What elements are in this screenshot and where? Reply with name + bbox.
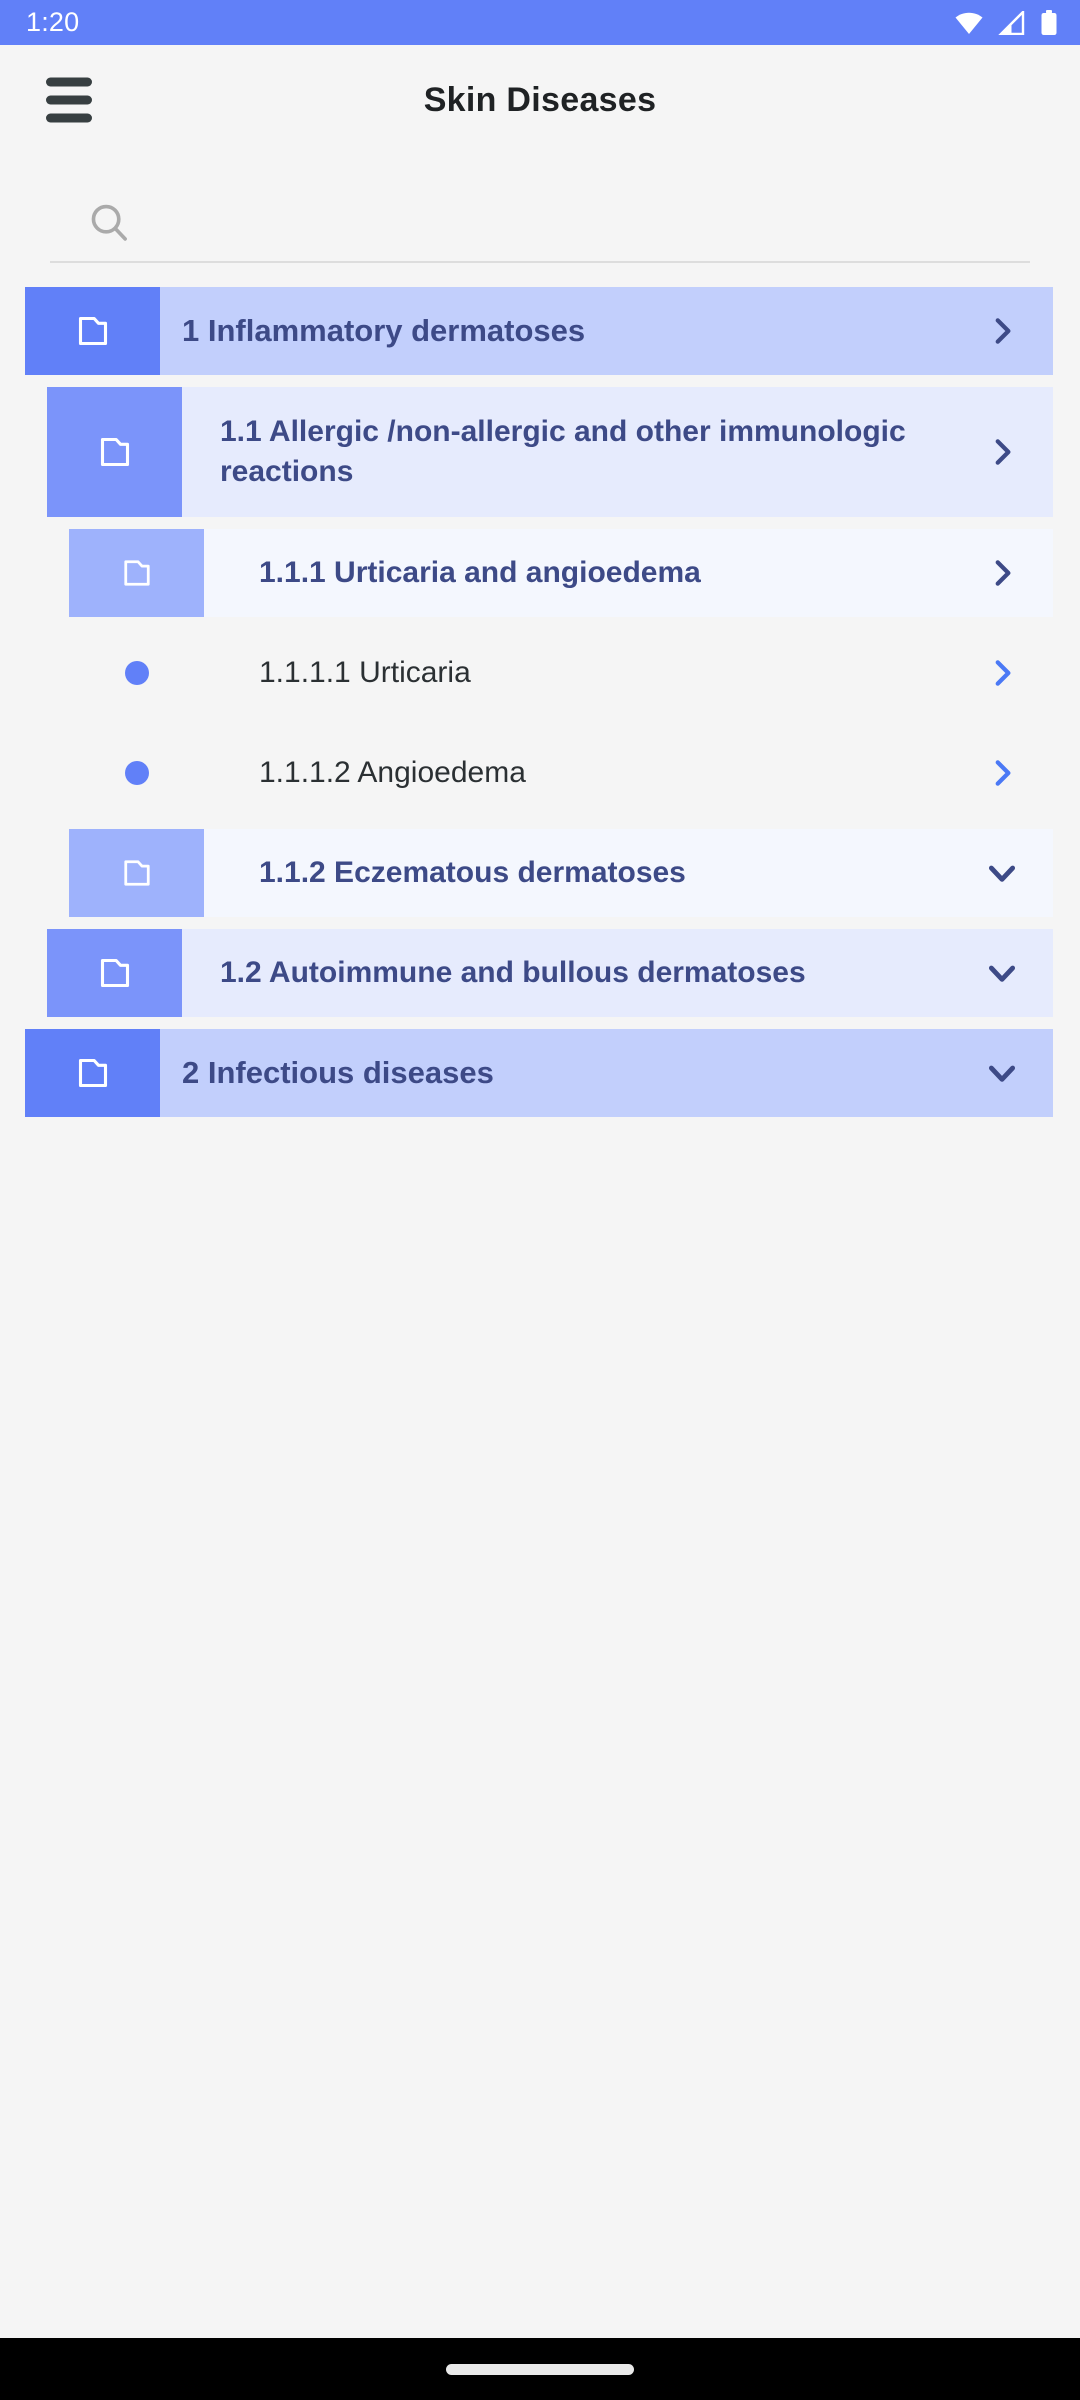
status-bar: 1:20 xyxy=(0,0,1080,45)
search-bar[interactable] xyxy=(50,185,1030,263)
hamburger-bar-3 xyxy=(46,113,92,123)
tree-item[interactable]: 1.1.1 Urticaria and angioedema xyxy=(69,529,1053,617)
chevron-right-icon[interactable] xyxy=(985,756,1019,790)
bullet-dot-icon xyxy=(69,729,204,817)
tree-item-body[interactable]: 2 Infectious diseases xyxy=(160,1029,1053,1117)
folder-icon xyxy=(47,929,182,1017)
tree-item[interactable]: 1 Inflammatory dermatoses xyxy=(25,287,1053,375)
search-icon xyxy=(91,204,127,241)
tree-item-body[interactable]: 1.2 Autoimmune and bullous dermatoses xyxy=(182,929,1053,1017)
tree-item[interactable]: 1.1 Allergic /non-allergic and other imm… xyxy=(47,387,1053,517)
tree-item-body[interactable]: 1.1 Allergic /non-allergic and other imm… xyxy=(182,387,1053,517)
tree-item-label: 1.2 Autoimmune and bullous dermatoses xyxy=(220,956,806,990)
page-title: Skin Diseases xyxy=(423,80,657,119)
system-navigation-bar xyxy=(0,2338,1080,2400)
search-container xyxy=(0,155,1080,263)
tree-item[interactable]: 1.1.1.2 Angioedema xyxy=(69,729,1053,817)
tree-item[interactable]: 1.1.1.1 Urticaria xyxy=(69,629,1053,717)
status-bar-icons xyxy=(954,9,1058,36)
folder-icon xyxy=(47,387,182,517)
chevron-right-icon[interactable] xyxy=(985,435,1019,469)
wifi-icon xyxy=(955,12,983,34)
tree-item-body[interactable]: 1.1.2 Eczematous dermatoses xyxy=(204,829,1053,917)
tree-item[interactable]: 1.1.2 Eczematous dermatoses xyxy=(69,829,1053,917)
gesture-home-handle[interactable] xyxy=(446,2363,634,2375)
bullet-dot xyxy=(124,761,149,785)
bullet-dot-icon xyxy=(69,629,204,717)
tree-item-body[interactable]: 1 Inflammatory dermatoses xyxy=(160,287,1053,375)
tree-item[interactable]: 1.2 Autoimmune and bullous dermatoses xyxy=(47,929,1053,1017)
tree-item-body[interactable]: 1.1.1.1 Urticaria xyxy=(204,629,1053,717)
tree-item-label: 1.1.2 Eczematous dermatoses xyxy=(259,856,686,889)
disease-tree-list: 1 Inflammatory dermatoses 1.1 Allergic /n… xyxy=(0,287,1080,1117)
tree-item-body[interactable]: 1.1.1 Urticaria and angioedema xyxy=(204,529,1053,617)
folder-icon xyxy=(69,829,204,917)
folder-icon xyxy=(25,287,160,375)
tree-item-label: 1.1.1.1 Urticaria xyxy=(259,656,471,689)
tree-item-label: 1.1.1 Urticaria and angioedema xyxy=(259,556,701,589)
app-bar: Skin Diseases xyxy=(0,45,1080,155)
tree-item-label: 1.1 Allergic /non-allergic and other imm… xyxy=(220,415,906,488)
hamburger-bar-2 xyxy=(46,95,92,105)
tree-item-body[interactable]: 1.1.1.2 Angioedema xyxy=(204,729,1053,817)
status-bar-clock: 1:20 xyxy=(26,7,80,37)
chevron-right-icon[interactable] xyxy=(985,656,1019,690)
bullet-dot xyxy=(124,661,149,685)
cell-signal-icon xyxy=(998,10,1025,35)
search-input[interactable] xyxy=(132,207,1030,239)
hamburger-bar-1 xyxy=(46,77,92,87)
chevron-right-icon[interactable] xyxy=(985,556,1019,590)
tree-item-label: 2 Infectious diseases xyxy=(182,1055,494,1090)
chevron-right-icon[interactable] xyxy=(985,314,1019,348)
battery-icon xyxy=(1041,9,1057,35)
chevron-down-icon[interactable] xyxy=(985,856,1019,890)
hamburger-menu-icon[interactable] xyxy=(46,77,92,123)
folder-icon xyxy=(25,1029,160,1117)
chevron-down-icon[interactable] xyxy=(985,956,1019,990)
tree-item-label: 1.1.1.2 Angioedema xyxy=(259,756,526,789)
tree-item-label: 1 Inflammatory dermatoses xyxy=(182,313,586,348)
chevron-down-icon[interactable] xyxy=(985,1056,1019,1090)
tree-item[interactable]: 2 Infectious diseases xyxy=(25,1029,1053,1117)
app-screen: 1:20 Skin Diseases 1 Inflammatory dermat… xyxy=(0,0,1080,2400)
folder-icon xyxy=(69,529,204,617)
